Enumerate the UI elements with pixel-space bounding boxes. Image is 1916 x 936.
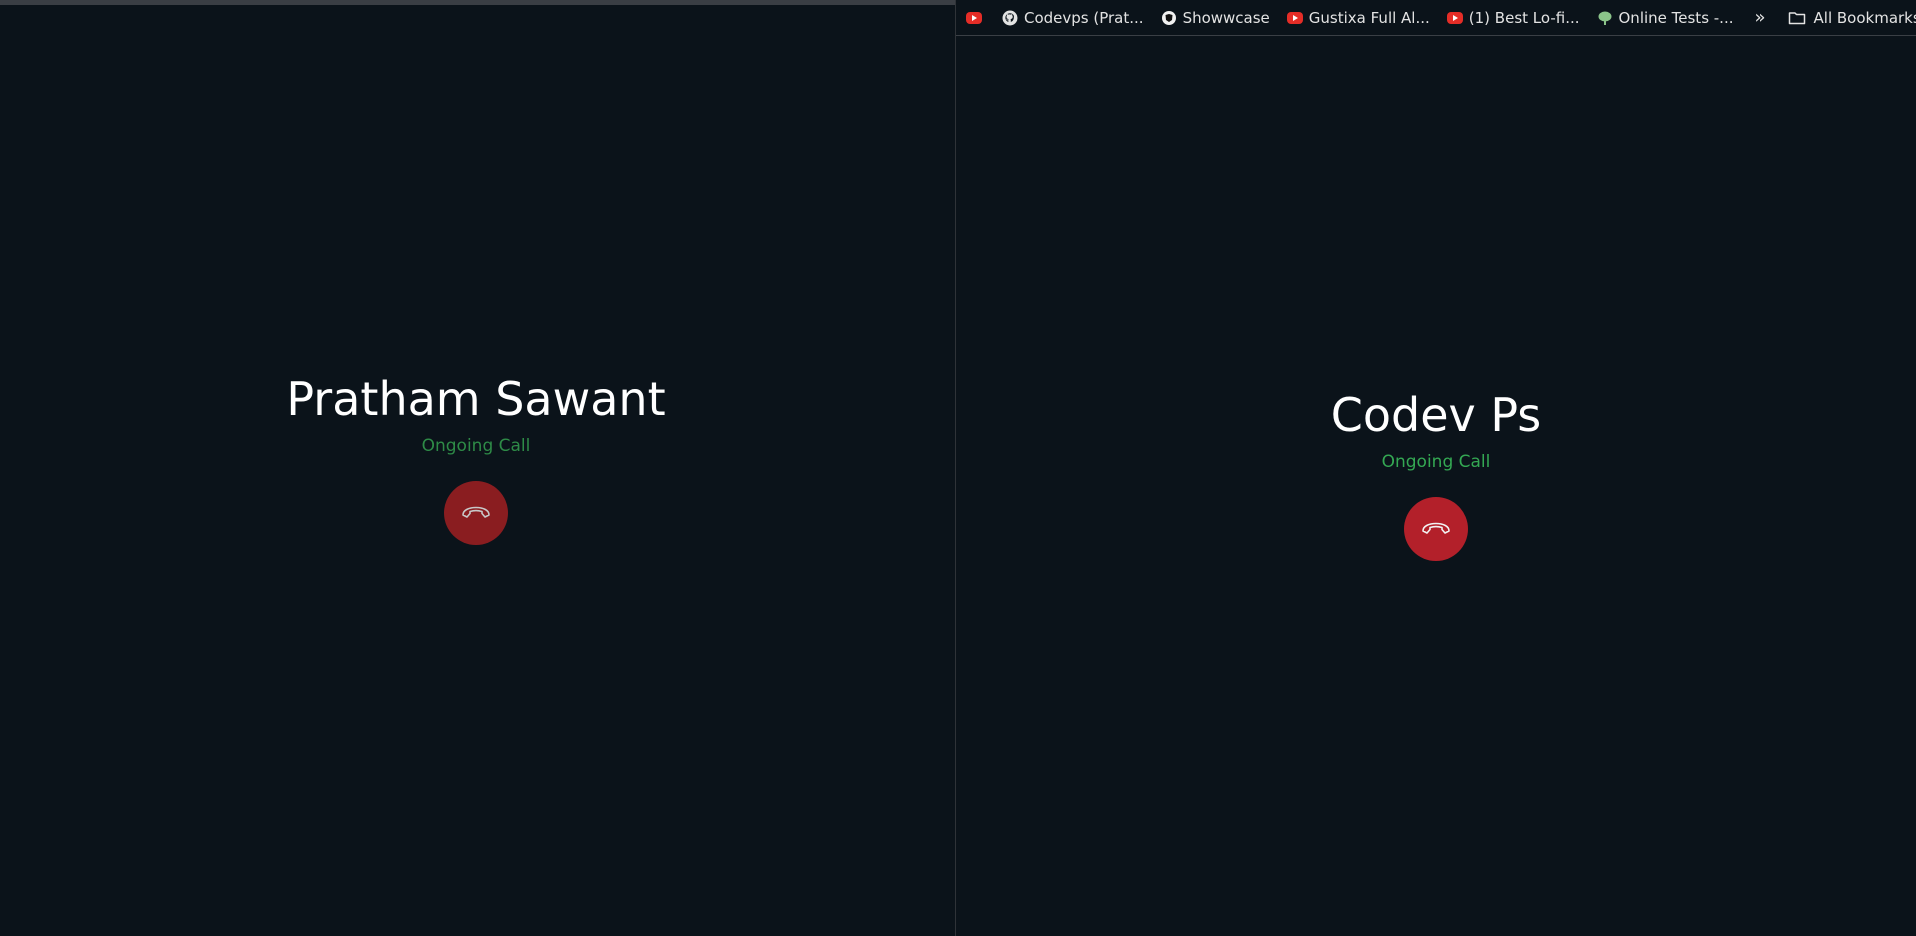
bookmark-label: Codevps (Prat... [1024,8,1144,27]
bookmarks-overflow-button[interactable]: » [1755,7,1766,28]
bookmark-label: Online Tests -... [1618,8,1734,27]
phone-hangup-icon [462,506,490,518]
bookmark-gustixa[interactable]: Gustixa Full Al... [1277,4,1437,32]
right-call-card: Codev Ps Ongoing Call [1186,388,1686,561]
bookmark-lofi[interactable]: (1) Best Lo-fi... [1437,4,1587,32]
youtube-icon [1286,11,1303,24]
bookmark-codevps[interactable]: Codevps (Prat... [992,4,1151,32]
github-icon [1002,10,1018,25]
all-bookmarks-label: All Bookmarks [1813,8,1916,27]
youtube-icon [1446,11,1463,24]
contact-name: Pratham Sawant [286,372,666,426]
screen: Pratham Sawant Ongoing Call Codevps (Pra [0,0,1916,936]
bookmark-youtube[interactable] [956,4,992,32]
showwcase-icon [1161,10,1176,25]
bookmarks-bar: Codevps (Prat... Showwcase Gustixa Full … [956,0,1916,36]
hang-up-button[interactable] [444,481,508,545]
call-status: Ongoing Call [421,436,531,456]
phone-hangup-icon [1422,522,1450,534]
bookmark-online-tests[interactable]: Online Tests -... [1587,4,1741,32]
all-bookmarks-button[interactable]: All Bookmarks [1788,9,1916,27]
tree-icon [1598,11,1611,25]
window-top-border [0,0,955,5]
bookmark-label: (1) Best Lo-fi... [1468,8,1580,27]
contact-name: Codev Ps [1330,388,1542,442]
youtube-icon [966,11,982,24]
left-call-card: Pratham Sawant Ongoing Call [226,372,726,545]
bookmark-showwcase[interactable]: Showwcase [1151,4,1277,32]
call-status: Ongoing Call [1381,452,1491,472]
folder-icon [1788,11,1805,24]
bookmark-label: Gustixa Full Al... [1308,8,1430,27]
left-call-window: Pratham Sawant Ongoing Call [0,0,955,936]
hang-up-button[interactable] [1404,497,1468,561]
right-call-window: Codevps (Prat... Showwcase Gustixa Full … [956,0,1916,936]
bookmark-label: Showwcase [1182,8,1270,27]
